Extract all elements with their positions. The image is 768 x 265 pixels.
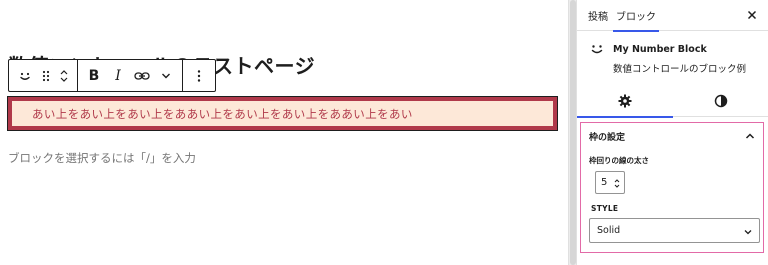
number-block[interactable]: あい上をあい上をあい上をああい上をあい上をあい上をああい上をあい bbox=[7, 96, 558, 131]
toolbar-group-format: B I bbox=[78, 60, 183, 91]
style-select[interactable]: Solid bbox=[589, 218, 760, 243]
style-label: STYLE bbox=[591, 204, 619, 213]
block-card-title: My Number Block bbox=[613, 44, 707, 55]
block-card-description: 数値コントロールのブロック例 bbox=[613, 64, 747, 75]
panel-title: 枠の設定 bbox=[589, 133, 626, 143]
move-up-icon[interactable] bbox=[59, 68, 69, 76]
editor-canvas[interactable]: 数値コントロールのテストページ bbox=[0, 0, 568, 265]
more-formats-button[interactable] bbox=[154, 60, 178, 91]
tab-settings[interactable] bbox=[577, 84, 673, 118]
tab-post[interactable]: 投稿 bbox=[588, 0, 608, 31]
spinner-icon[interactable] bbox=[614, 178, 620, 189]
more-options-icon bbox=[197, 69, 201, 83]
bold-label: B bbox=[88, 67, 100, 84]
chevron-down-icon bbox=[161, 72, 171, 80]
tab-styles[interactable] bbox=[673, 84, 768, 117]
border-width-value: 5 bbox=[601, 177, 608, 188]
number-block-text[interactable]: あい上をあい上をあい上をああい上をあい上をあい上をああい上をあい bbox=[32, 106, 413, 122]
sidebar-tabs: 投稿 ブロック bbox=[577, 0, 768, 32]
italic-button[interactable]: I bbox=[106, 60, 130, 91]
border-width-label: 枠回りの線の太さ bbox=[589, 156, 649, 165]
italic-label: I bbox=[115, 67, 121, 84]
link-icon bbox=[134, 70, 150, 82]
move-down-icon[interactable] bbox=[59, 76, 69, 84]
border-settings-panel: 枠の設定 枠回りの線の太さ 5 STYLE Solid bbox=[580, 122, 764, 253]
style-select-value: Solid bbox=[597, 225, 621, 236]
block-type-button[interactable] bbox=[13, 60, 37, 91]
editor-scrollbar[interactable] bbox=[568, 0, 576, 265]
chevron-up-icon bbox=[744, 130, 756, 142]
smile-icon bbox=[18, 69, 32, 83]
close-sidebar-button[interactable] bbox=[745, 8, 759, 22]
more-options-button[interactable] bbox=[187, 60, 211, 91]
block-card: My Number Block 数値コントロールのブロック例 bbox=[577, 31, 768, 83]
smile-icon bbox=[589, 41, 605, 57]
block-toolbar: B I bbox=[8, 59, 216, 92]
gear-icon bbox=[618, 94, 632, 108]
panel-header-toggle[interactable]: 枠の設定 bbox=[581, 123, 763, 149]
drag-handle-button[interactable] bbox=[37, 60, 55, 91]
toolbar-group-block bbox=[9, 60, 78, 91]
close-icon bbox=[745, 8, 759, 22]
border-width-input[interactable]: 5 bbox=[595, 171, 625, 194]
tab-block[interactable]: ブロック bbox=[613, 0, 659, 32]
chevron-down-icon bbox=[743, 227, 753, 237]
block-appender-placeholder[interactable]: ブロックを選択するには「/」を入力 bbox=[8, 150, 196, 166]
toolbar-group-options bbox=[183, 60, 215, 91]
link-button[interactable] bbox=[130, 60, 154, 91]
settings-sidebar: 投稿 ブロック My Number Block 数値コントロールのブロック例 枠… bbox=[576, 0, 768, 265]
bold-button[interactable]: B bbox=[82, 60, 106, 91]
move-buttons[interactable] bbox=[55, 60, 73, 91]
contrast-icon bbox=[714, 94, 728, 108]
block-inspector-tabs bbox=[577, 84, 768, 118]
drag-handle-icon bbox=[41, 69, 51, 83]
block-editor: 数値コントロールのテストページ bbox=[0, 0, 768, 265]
